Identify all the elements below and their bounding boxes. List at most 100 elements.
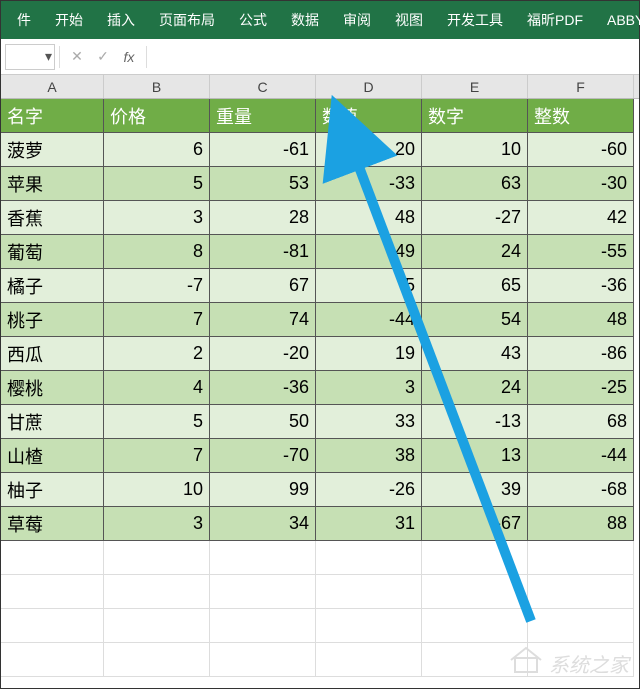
table-cell-value[interactable]: 99	[210, 473, 316, 507]
col-header-E[interactable]: E	[422, 75, 528, 98]
name-box[interactable]: ▾	[5, 44, 55, 70]
empty-cell[interactable]	[528, 575, 634, 609]
table-cell-value[interactable]: 88	[528, 507, 634, 541]
table-cell-value[interactable]: 42	[528, 201, 634, 235]
table-cell-value[interactable]: 53	[210, 167, 316, 201]
table-cell-value[interactable]: -27	[422, 201, 528, 235]
empty-cell[interactable]	[528, 609, 634, 643]
empty-cell[interactable]	[210, 575, 316, 609]
table-cell-value[interactable]: 3	[104, 201, 210, 235]
table-cell-value[interactable]: 24	[422, 235, 528, 269]
confirm-icon[interactable]: ✓	[90, 48, 116, 65]
table-cell-value[interactable]: 20	[316, 133, 422, 167]
table-cell-value[interactable]: 67	[210, 269, 316, 303]
table-cell-value[interactable]: 39	[422, 473, 528, 507]
table-cell-value[interactable]: 54	[422, 303, 528, 337]
cancel-icon[interactable]: ✕	[64, 48, 90, 65]
table-header-cell[interactable]: 数值	[316, 99, 422, 133]
empty-cell[interactable]	[1, 575, 104, 609]
empty-cell[interactable]	[316, 541, 422, 575]
empty-cell[interactable]	[422, 609, 528, 643]
table-cell-value[interactable]: -20	[210, 337, 316, 371]
table-cell-name[interactable]: 橘子	[1, 269, 104, 303]
table-cell-value[interactable]: 38	[316, 439, 422, 473]
table-cell-value[interactable]: -44	[528, 439, 634, 473]
table-cell-value[interactable]: -7	[104, 269, 210, 303]
table-cell-value[interactable]: -30	[528, 167, 634, 201]
table-cell-value[interactable]: 31	[316, 507, 422, 541]
table-header-cell[interactable]: 名字	[1, 99, 104, 133]
table-cell-value[interactable]: 6	[104, 133, 210, 167]
table-cell-value[interactable]: 5	[104, 167, 210, 201]
table-cell-value[interactable]: 49	[316, 235, 422, 269]
col-header-D[interactable]: D	[316, 75, 422, 98]
empty-cell[interactable]	[104, 609, 210, 643]
table-cell-value[interactable]: 5	[316, 269, 422, 303]
table-cell-value[interactable]: -60	[528, 133, 634, 167]
tab-insert[interactable]: 插入	[95, 1, 147, 39]
table-cell-name[interactable]: 菠萝	[1, 133, 104, 167]
table-cell-name[interactable]: 柚子	[1, 473, 104, 507]
table-cell-value[interactable]: -13	[422, 405, 528, 439]
table-cell-value[interactable]: -25	[528, 371, 634, 405]
table-cell-name[interactable]: 香蕉	[1, 201, 104, 235]
table-cell-value[interactable]: 68	[528, 405, 634, 439]
table-cell-value[interactable]: 3	[104, 507, 210, 541]
table-cell-value[interactable]: 7	[104, 439, 210, 473]
tab-pagelayout[interactable]: 页面布局	[147, 1, 227, 39]
table-header-cell[interactable]: 数字	[422, 99, 528, 133]
table-cell-value[interactable]: 24	[422, 371, 528, 405]
table-cell-value[interactable]: 19	[316, 337, 422, 371]
empty-cell[interactable]	[316, 575, 422, 609]
table-cell-value[interactable]: -44	[316, 303, 422, 337]
empty-cell[interactable]	[104, 643, 210, 677]
table-cell-value[interactable]: -68	[528, 473, 634, 507]
table-cell-value[interactable]: 10	[422, 133, 528, 167]
table-cell-value[interactable]: 43	[422, 337, 528, 371]
table-cell-name[interactable]: 葡萄	[1, 235, 104, 269]
spreadsheet-grid[interactable]: 名字价格重量数值数字整数菠萝6-612010-60苹果553-3363-30香蕉…	[1, 99, 639, 677]
tab-developer[interactable]: 开发工具	[435, 1, 515, 39]
table-cell-value[interactable]: -67	[422, 507, 528, 541]
table-cell-value[interactable]: 13	[422, 439, 528, 473]
table-cell-name[interactable]: 苹果	[1, 167, 104, 201]
table-header-cell[interactable]: 重量	[210, 99, 316, 133]
table-cell-name[interactable]: 山楂	[1, 439, 104, 473]
table-cell-name[interactable]: 樱桃	[1, 371, 104, 405]
tab-review[interactable]: 审阅	[331, 1, 383, 39]
table-cell-value[interactable]: -26	[316, 473, 422, 507]
table-cell-value[interactable]: 2	[104, 337, 210, 371]
empty-cell[interactable]	[316, 643, 422, 677]
table-cell-value[interactable]: -70	[210, 439, 316, 473]
table-cell-value[interactable]: 3	[316, 371, 422, 405]
empty-cell[interactable]	[104, 575, 210, 609]
table-cell-value[interactable]: -55	[528, 235, 634, 269]
table-cell-value[interactable]: 74	[210, 303, 316, 337]
table-header-cell[interactable]: 价格	[104, 99, 210, 133]
empty-cell[interactable]	[316, 609, 422, 643]
table-cell-value[interactable]: 48	[528, 303, 634, 337]
table-cell-value[interactable]: -86	[528, 337, 634, 371]
empty-cell[interactable]	[422, 541, 528, 575]
table-cell-value[interactable]: 65	[422, 269, 528, 303]
col-header-F[interactable]: F	[528, 75, 634, 98]
fx-icon[interactable]: fx	[116, 49, 142, 65]
empty-cell[interactable]	[104, 541, 210, 575]
table-cell-name[interactable]: 草莓	[1, 507, 104, 541]
empty-cell[interactable]	[1, 609, 104, 643]
empty-cell[interactable]	[422, 575, 528, 609]
table-cell-value[interactable]: 28	[210, 201, 316, 235]
empty-cell[interactable]	[528, 541, 634, 575]
empty-cell[interactable]	[1, 643, 104, 677]
table-cell-name[interactable]: 西瓜	[1, 337, 104, 371]
tab-data[interactable]: 数据	[279, 1, 331, 39]
tab-file[interactable]: 件	[5, 1, 43, 39]
table-cell-value[interactable]: -36	[210, 371, 316, 405]
col-header-A[interactable]: A	[1, 75, 104, 98]
empty-cell[interactable]	[210, 609, 316, 643]
tab-home[interactable]: 开始	[43, 1, 95, 39]
table-cell-value[interactable]: 7	[104, 303, 210, 337]
tab-abbyy[interactable]: ABBYY F	[595, 1, 640, 39]
table-cell-value[interactable]: -81	[210, 235, 316, 269]
table-cell-value[interactable]: 34	[210, 507, 316, 541]
